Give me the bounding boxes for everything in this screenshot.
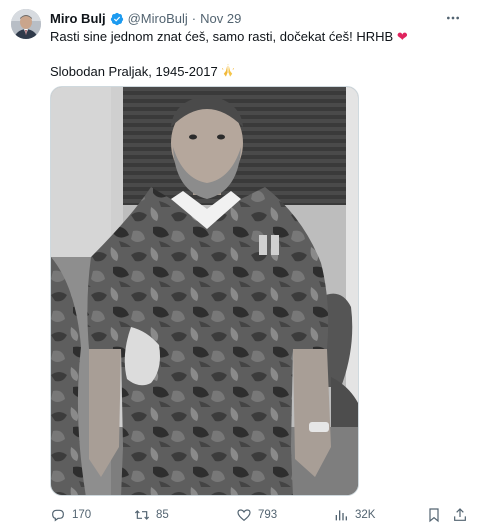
- views-count: 32K: [355, 509, 376, 521]
- share-icon: [454, 508, 466, 521]
- retweet-icon: [134, 510, 150, 520]
- reply-count: 170: [72, 509, 92, 521]
- tweet-photo[interactable]: [50, 86, 359, 496]
- tweet-date[interactable]: Nov 29: [200, 10, 241, 27]
- like-button[interactable]: 793: [236, 505, 277, 525]
- like-icon: [237, 509, 251, 522]
- bookmark-icon: [429, 508, 439, 523]
- author-name[interactable]: Miro Bulj: [50, 10, 106, 27]
- tweet-text: Rasti sine jednom znat ćeš, samo rasti, …: [50, 28, 408, 81]
- share-button[interactable]: [452, 505, 474, 525]
- views-button[interactable]: 32K: [333, 505, 375, 525]
- author-handle[interactable]: @MiroBulj: [128, 10, 188, 27]
- views-icon: [335, 510, 347, 521]
- heart-emoji: ❤: [396, 29, 408, 44]
- bookmark-button[interactable]: [426, 505, 448, 525]
- separator-dot: ·: [191, 11, 197, 26]
- tweet[interactable]: Miro Bulj @MiroBulj · Nov 29 Rasti sine …: [0, 0, 477, 532]
- tweet-header: Miro Bulj @MiroBulj · Nov 29: [50, 10, 241, 27]
- verified-badge-icon: [110, 12, 124, 26]
- retweet-button[interactable]: 85: [134, 505, 169, 525]
- reply-icon: [52, 509, 64, 522]
- like-count: 793: [258, 509, 278, 521]
- more-icon[interactable]: [443, 8, 463, 28]
- avatar[interactable]: [11, 9, 41, 39]
- tweet-text-line2: Slobodan Praljak, 1945-2017: [50, 64, 218, 79]
- retweet-count: 85: [156, 509, 169, 521]
- tweet-actions: 170 85 793 32K: [50, 505, 470, 525]
- pray-emoji: [221, 63, 235, 81]
- tweet-text-line1: Rasti sine jednom znat ćeš, samo rasti, …: [50, 29, 394, 44]
- reply-button[interactable]: 170: [50, 505, 91, 525]
